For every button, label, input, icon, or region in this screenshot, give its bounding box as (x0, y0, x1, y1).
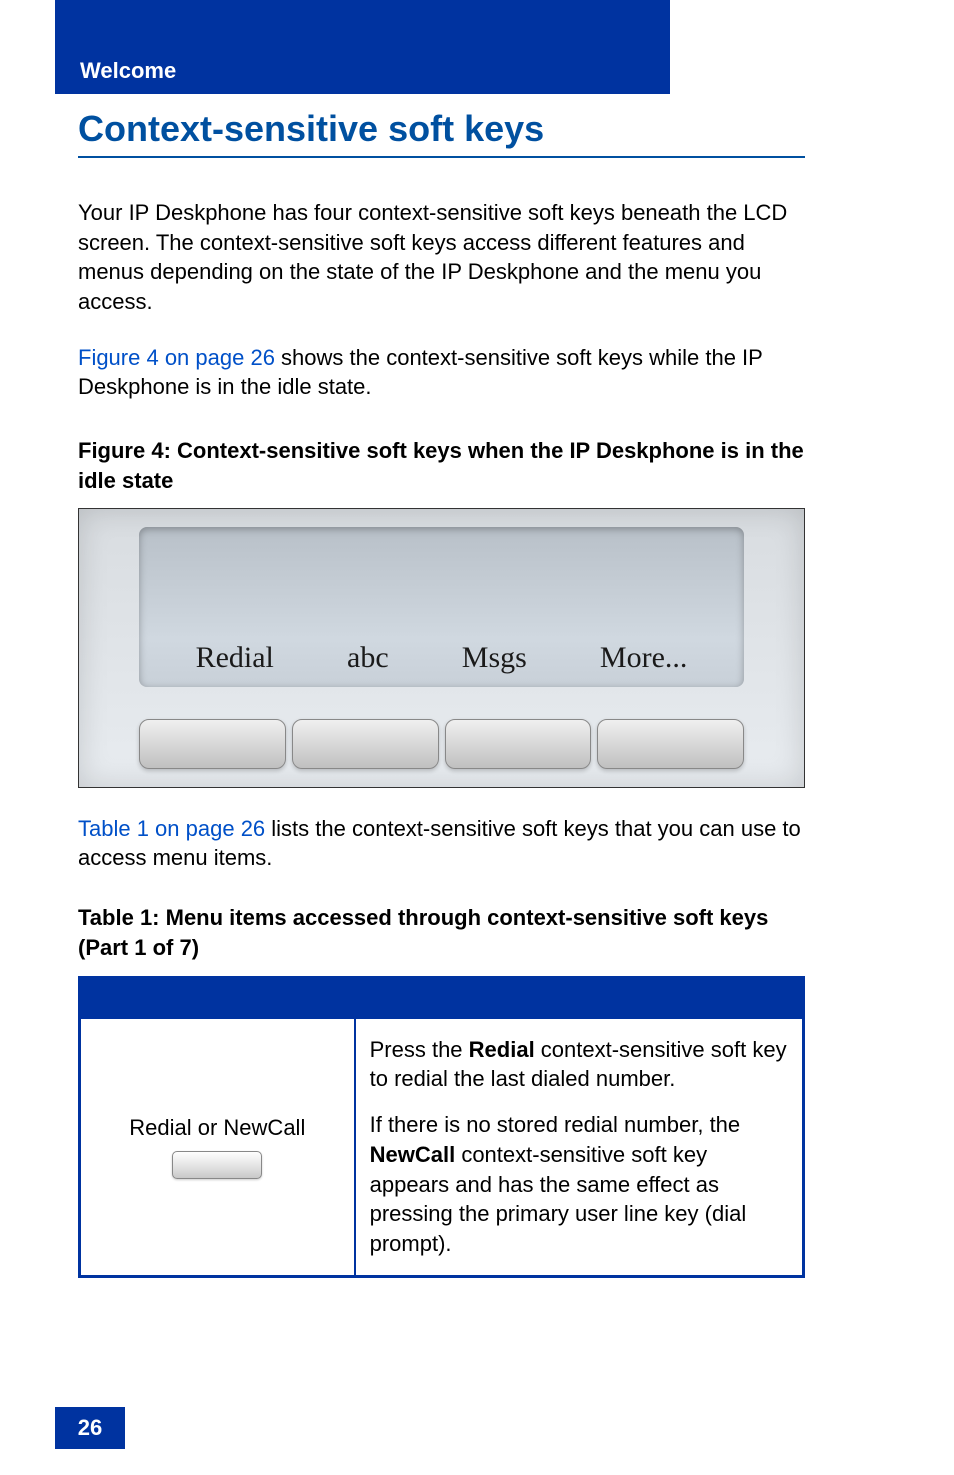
table-row: Redial or NewCall Press the Redial conte… (80, 1018, 804, 1276)
figure-image-phone-softkeys: Redial abc Msgs More... (78, 508, 805, 788)
header-tab-label: Welcome (80, 58, 176, 84)
table-header-item (80, 978, 355, 1018)
phone-softkey-button-4 (597, 719, 744, 769)
table-caption: Table 1: Menu items accessed through con… (78, 903, 805, 962)
table-header-description (355, 978, 804, 1018)
section-heading: Context-sensitive soft keys (78, 108, 805, 158)
table-reference-link[interactable]: Table 1 on page 26 (78, 816, 265, 841)
softkey-label-abc: abc (347, 641, 389, 675)
figure-reference-link[interactable]: Figure 4 on page 26 (78, 345, 275, 370)
softkey-name-label: Redial or NewCall (129, 1115, 305, 1140)
phone-lcd: Redial abc Msgs More... (139, 527, 744, 687)
intro-paragraph: Your IP Deskphone has four context-sensi… (78, 198, 805, 317)
page-number: 26 (55, 1407, 125, 1449)
table-header-row (80, 978, 804, 1018)
softkey-label-more: More... (600, 641, 687, 675)
softkey-table: Redial or NewCall Press the Redial conte… (78, 976, 805, 1277)
phone-button-row (139, 719, 744, 769)
phone-softkey-button-1 (139, 719, 286, 769)
softkey-button-icon (172, 1151, 262, 1179)
table-cell-key-name: Redial or NewCall (80, 1018, 355, 1276)
description-paragraph: If there is no stored redial number, the… (370, 1110, 788, 1258)
softkey-label-redial: Redial (196, 641, 274, 675)
phone-softkey-button-2 (292, 719, 439, 769)
softkey-label-msgs: Msgs (462, 641, 527, 675)
phone-softkey-button-3 (445, 719, 592, 769)
figure-caption: Figure 4: Context-sensitive soft keys wh… (78, 436, 805, 495)
table-cell-description: Press the Redial context-sensitive soft … (355, 1018, 804, 1276)
figure-reference-paragraph: Figure 4 on page 26 shows the context-se… (78, 343, 805, 402)
table-reference-paragraph: Table 1 on page 26 lists the context-sen… (78, 814, 805, 873)
description-paragraph: Press the Redial context-sensitive soft … (370, 1035, 788, 1094)
